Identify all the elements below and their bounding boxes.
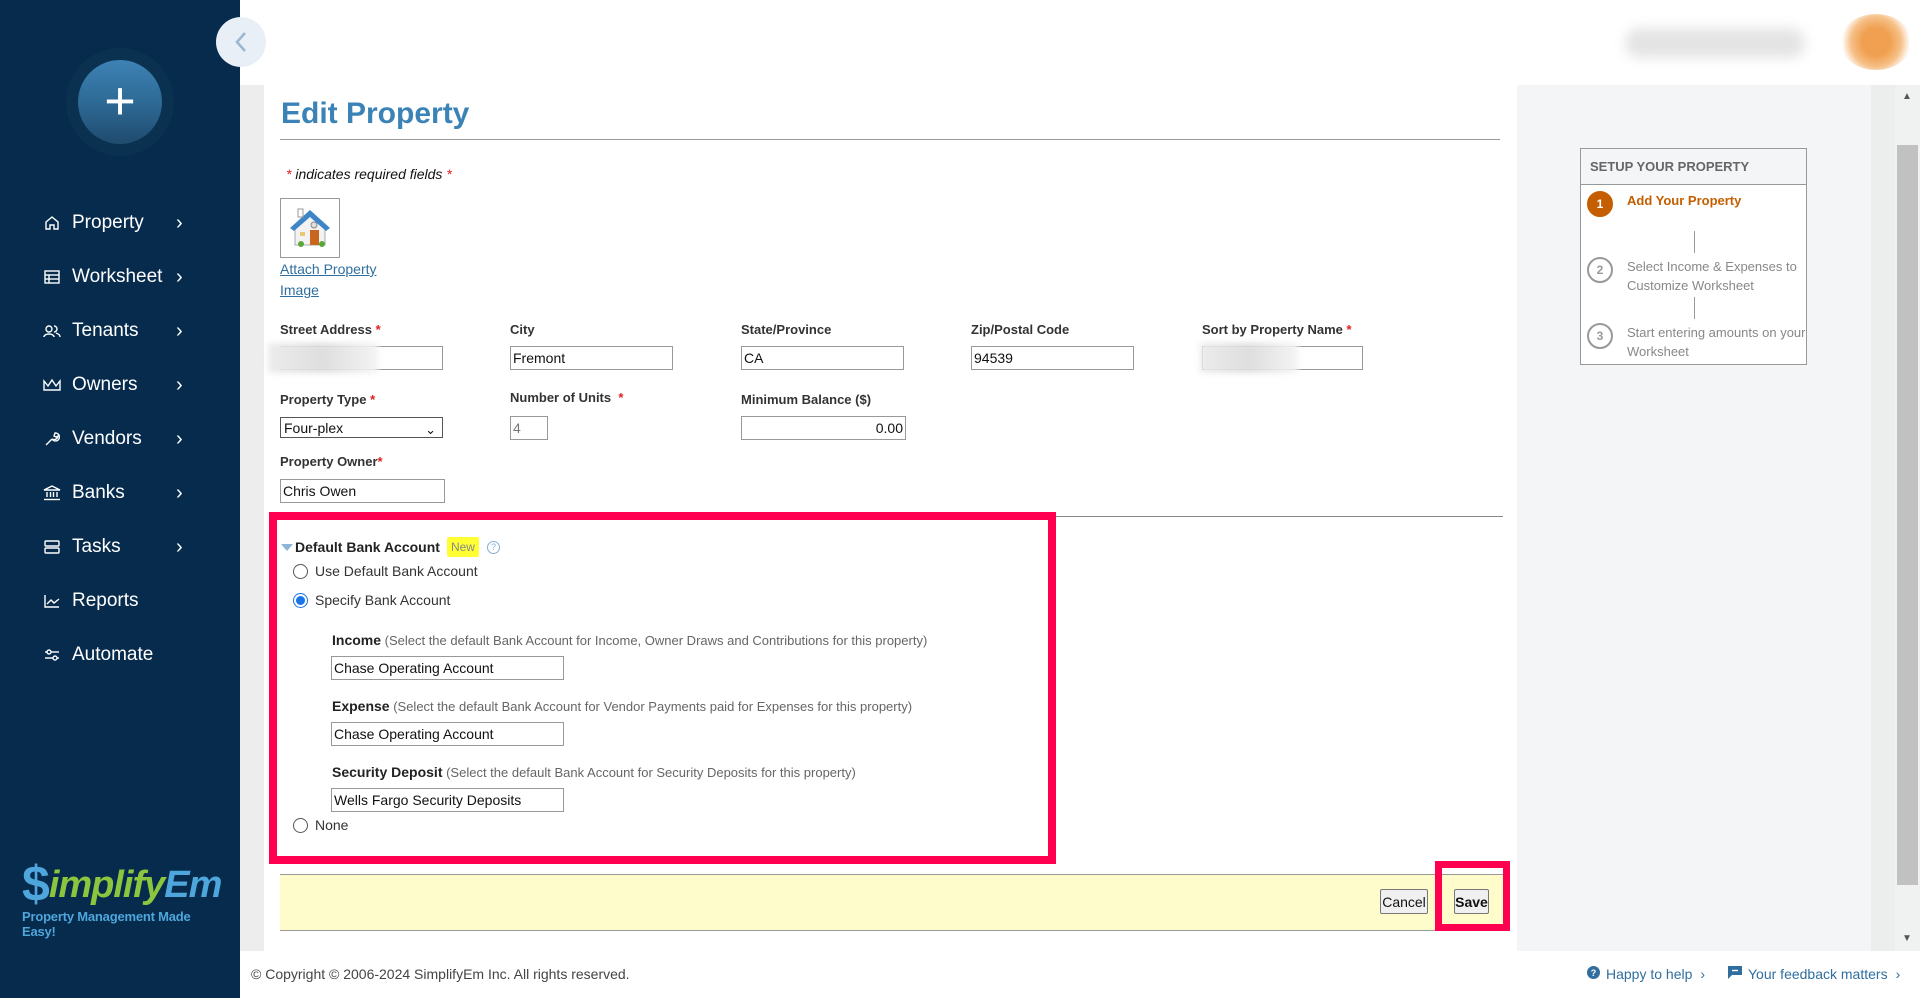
- step-number-badge: 1: [1587, 191, 1613, 217]
- avatar[interactable]: [1840, 14, 1912, 70]
- sidebar-item-tenants[interactable]: Tenants ›: [0, 304, 240, 358]
- chevron-right-icon: ›: [176, 373, 183, 396]
- setup-property-panel: SETUP YOUR PROPERTY 1 Add Your Property …: [1580, 148, 1807, 365]
- units-label: Number of Units *: [510, 390, 624, 405]
- scroll-down-arrow-icon[interactable]: ▼: [1900, 932, 1914, 946]
- zip-label: Zip/Postal Code: [971, 322, 1070, 337]
- sidebar-item-label: Property: [72, 212, 144, 233]
- setup-panel-title: SETUP YOUR PROPERTY: [1581, 149, 1806, 185]
- state-label: State/Province: [741, 322, 832, 337]
- attach-property-image-link[interactable]: Attach Property Image: [280, 259, 390, 301]
- setup-step-1[interactable]: 1 Add Your Property: [1587, 191, 1807, 217]
- annotation-highlight-bank-section: [269, 512, 1056, 864]
- sidebar-item-label: Tenants: [72, 320, 139, 341]
- scrollbar-thumb[interactable]: [1897, 145, 1918, 885]
- help-circle-icon: ?: [1587, 966, 1600, 982]
- property-image[interactable]: [280, 198, 340, 258]
- happy-to-help-link[interactable]: ? Happy to help ›: [1587, 966, 1705, 982]
- user-name-blurred[interactable]: [1625, 28, 1805, 58]
- sidebar-item-banks[interactable]: Banks ›: [0, 466, 240, 520]
- sort-name-redacted: [1200, 343, 1298, 373]
- table-icon: [42, 267, 62, 287]
- sidebar-item-tasks[interactable]: Tasks ›: [0, 520, 240, 574]
- property-owner-input[interactable]: Chris Owen: [280, 479, 445, 503]
- step-text: Start entering amounts on your Worksheet: [1627, 325, 1806, 359]
- sidebar-item-label: Automate: [72, 644, 154, 665]
- home-icon: [42, 213, 62, 233]
- logo-tagline: Property Management Made Easy!: [22, 909, 191, 939]
- wrench-icon: [42, 429, 62, 449]
- city-input[interactable]: Fremont: [510, 346, 673, 370]
- scroll-gutter: [1871, 85, 1895, 951]
- sidebar-item-label: Reports: [72, 590, 139, 611]
- sidebar-item-owners[interactable]: Owners ›: [0, 358, 240, 412]
- sidebar-item-vendors[interactable]: Vendors ›: [0, 412, 240, 466]
- feedback-link[interactable]: Your feedback matters ›: [1728, 966, 1900, 982]
- chart-icon: [42, 591, 62, 611]
- collapse-sidebar-button[interactable]: [216, 17, 266, 67]
- action-bar: [280, 874, 1505, 931]
- sidebar-item-label: Owners: [72, 374, 138, 395]
- sidebar-item-property[interactable]: Property ›: [0, 196, 240, 250]
- chevron-right-icon: ›: [176, 265, 183, 288]
- min-balance-label: Minimum Balance ($): [741, 392, 872, 407]
- setup-step-2[interactable]: 2 Select Income & Expenses to Customize …: [1587, 257, 1807, 295]
- property-type-select[interactable]: Four-plex ⌄: [280, 417, 443, 438]
- chevron-right-icon: ›: [176, 535, 183, 558]
- crown-icon: [42, 375, 62, 395]
- sidebar-item-worksheet[interactable]: Worksheet ›: [0, 250, 240, 304]
- sidebar-item-label: Tasks: [72, 536, 121, 557]
- logo-wordmark: $implifyEm: [22, 856, 222, 912]
- property-owner-label: Property Owner*: [280, 454, 383, 469]
- street-address-redacted: [268, 343, 378, 373]
- sidebar: + Property › Worksheet › Tenants › Owner…: [0, 0, 240, 998]
- sidebar-item-reports[interactable]: Reports: [0, 574, 240, 628]
- sidebar-nav: Property › Worksheet › Tenants › Owners …: [0, 196, 240, 682]
- city-label: City: [510, 322, 535, 337]
- sidebar-item-label: Banks: [72, 482, 125, 503]
- sort-name-label: Sort by Property Name *: [1202, 322, 1352, 337]
- svg-text:?: ?: [1591, 968, 1597, 978]
- setup-step-3[interactable]: 3 Start entering amounts on your Workshe…: [1587, 323, 1807, 361]
- sliders-icon: [42, 645, 62, 665]
- step-number-badge: 2: [1587, 257, 1613, 283]
- step-connector: [1694, 231, 1695, 253]
- bank-icon: [42, 483, 62, 503]
- sidebar-item-label: Worksheet: [72, 266, 163, 287]
- page-title: Edit Property: [281, 97, 470, 130]
- state-input[interactable]: CA: [741, 346, 904, 370]
- cancel-button[interactable]: Cancel: [1380, 889, 1428, 914]
- chevron-right-icon: ›: [176, 481, 183, 504]
- tasks-icon: [42, 537, 62, 557]
- required-fields-note: * indicates required fields *: [286, 166, 452, 182]
- units-input[interactable]: 4: [510, 416, 548, 440]
- annotation-highlight-save: [1435, 861, 1510, 931]
- chevron-right-icon: ›: [176, 211, 183, 234]
- sidebar-item-automate[interactable]: Automate: [0, 628, 240, 682]
- copyright-text: © Copyright © 2006-2024 SimplifyEm Inc. …: [251, 966, 630, 982]
- chevron-left-icon: [235, 32, 246, 52]
- min-balance-input[interactable]: 0.00: [741, 416, 906, 440]
- chevron-right-icon: ›: [176, 427, 183, 450]
- house-icon: [290, 208, 330, 247]
- comment-icon: [1728, 966, 1742, 982]
- scroll-up-arrow-icon[interactable]: ▲: [1900, 90, 1914, 104]
- step-text: Add Your Property: [1627, 193, 1742, 208]
- chevron-right-icon: ›: [176, 319, 183, 342]
- step-number-badge: 3: [1587, 323, 1613, 349]
- chevron-down-icon: ⌄: [425, 422, 436, 437]
- sidebar-item-label: Vendors: [72, 428, 142, 449]
- users-icon: [42, 321, 62, 341]
- zip-input[interactable]: 94539: [971, 346, 1134, 370]
- title-divider: [280, 139, 1500, 140]
- frame-gutter: [240, 85, 264, 951]
- step-text: Select Income & Expenses to Customize Wo…: [1627, 259, 1797, 293]
- simplifyem-logo[interactable]: $implifyEm Property Management Made Easy…: [22, 856, 222, 939]
- chevron-right-icon: ›: [1895, 966, 1901, 982]
- step-connector: [1694, 297, 1695, 319]
- add-button[interactable]: +: [78, 60, 162, 144]
- property-type-label: Property Type *: [280, 392, 376, 407]
- chevron-right-icon: ›: [1700, 966, 1706, 982]
- street-address-label: Street Address *: [280, 322, 381, 337]
